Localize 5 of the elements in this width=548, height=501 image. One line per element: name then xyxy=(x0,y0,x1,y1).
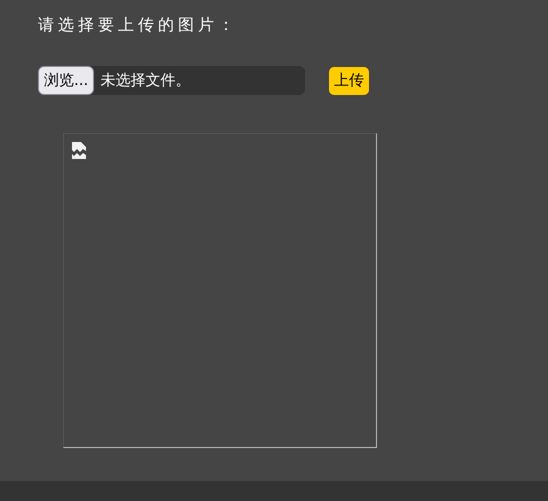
browse-button[interactable]: 浏览... xyxy=(38,66,94,95)
page-heading: 请选择要上传的图片： xyxy=(38,14,239,36)
file-field[interactable]: 浏览... 未选择文件。 xyxy=(38,66,305,95)
upload-button[interactable]: 上传 xyxy=(329,66,369,94)
file-status: 未选择文件。 xyxy=(100,73,190,88)
